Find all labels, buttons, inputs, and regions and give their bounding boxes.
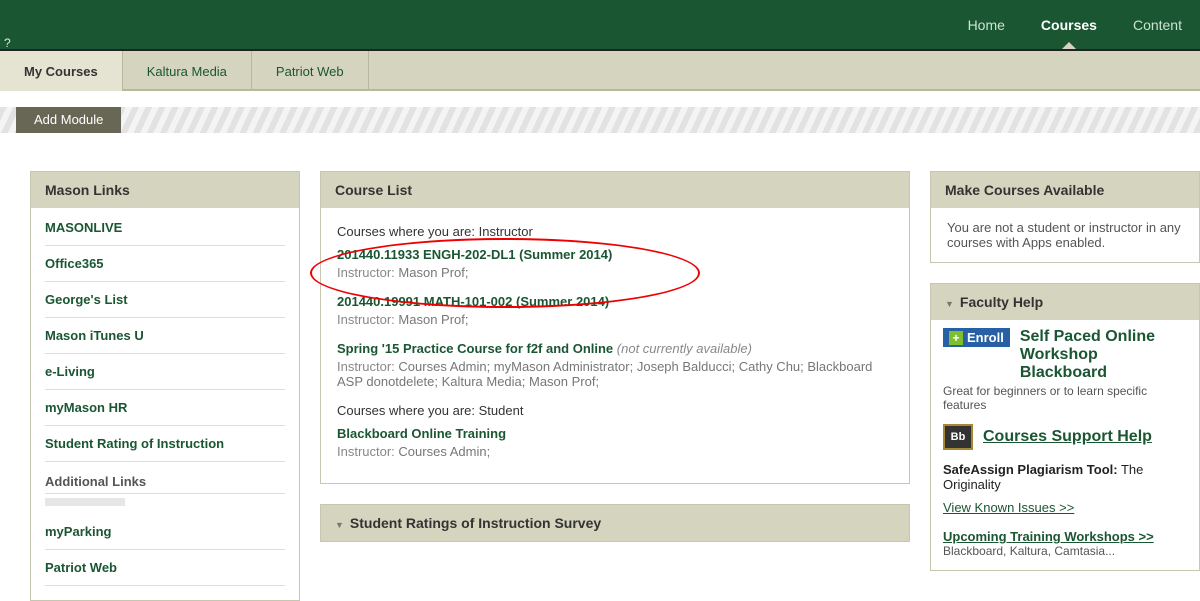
- nav-content[interactable]: Content: [1115, 0, 1200, 49]
- make-courses-available-title: Make Courses Available: [931, 172, 1199, 208]
- course-link[interactable]: 201440.11933 ENGH-202-DL1 (Summer 2014): [337, 247, 612, 262]
- tab-patriot-web[interactable]: Patriot Web: [252, 51, 368, 91]
- known-issues-link[interactable]: View Known Issues >>: [943, 500, 1074, 515]
- tab-bar: My Courses Kaltura Media Patriot Web: [0, 51, 1200, 91]
- mason-link[interactable]: Office365: [45, 246, 285, 282]
- enroll-button[interactable]: + Enroll: [943, 328, 1010, 347]
- student-ratings-title[interactable]: Student Ratings of Instruction Survey: [321, 505, 909, 541]
- make-courses-available-body: You are not a student or instructor in a…: [931, 208, 1199, 262]
- instructor-label: Instructor:: [337, 444, 395, 459]
- course-link[interactable]: 201440.19991 MATH-101-002 (Summer 2014): [337, 294, 609, 309]
- mason-link[interactable]: myMason HR: [45, 390, 285, 426]
- mason-link[interactable]: e-Living: [45, 354, 285, 390]
- top-nav: Home Courses Content: [950, 0, 1200, 49]
- upcoming-workshops-link[interactable]: Upcoming Training Workshops >>: [943, 529, 1154, 544]
- safeassign-text: SafeAssign Plagiarism Tool: The Original…: [943, 462, 1187, 492]
- tab-kaltura-media[interactable]: Kaltura Media: [123, 51, 251, 91]
- mason-links-panel: Mason Links MASONLIVE Office365 George's…: [30, 171, 300, 601]
- faculty-help-title[interactable]: Faculty Help: [931, 284, 1199, 320]
- instructor-label: Instructor:: [337, 265, 395, 280]
- nav-home[interactable]: Home: [950, 0, 1023, 49]
- mason-link[interactable]: George's List: [45, 282, 285, 318]
- course-item: Spring '15 Practice Course for f2f and O…: [337, 341, 893, 389]
- nav-courses[interactable]: Courses: [1023, 0, 1115, 49]
- main-content: Mason Links MASONLIVE Office365 George's…: [0, 151, 1200, 571]
- top-bar: ? Home Courses Content: [0, 0, 1200, 51]
- course-list-title: Course List: [321, 172, 909, 208]
- mason-link[interactable]: Mason iTunes U: [45, 318, 285, 354]
- faculty-help-panel: Faculty Help + Enroll Self Paced Online …: [930, 283, 1200, 571]
- mason-links-title: Mason Links: [31, 172, 299, 208]
- course-link[interactable]: Blackboard Online Training: [337, 426, 506, 441]
- additional-link[interactable]: Patriot Web: [45, 550, 285, 586]
- instructor-names: Mason Prof;: [398, 312, 468, 327]
- course-item: Blackboard Online Training Instructor: C…: [337, 426, 893, 459]
- plus-icon: +: [949, 331, 963, 345]
- course-item: 201440.19991 MATH-101-002 (Summer 2014) …: [337, 294, 893, 327]
- tab-my-courses[interactable]: My Courses: [0, 51, 122, 91]
- make-courses-available-panel: Make Courses Available You are not a stu…: [930, 171, 1200, 263]
- student-section-heading: Courses where you are: Student: [337, 403, 893, 418]
- additional-links-header: Additional Links: [45, 462, 285, 494]
- add-module-button[interactable]: Add Module: [16, 107, 121, 133]
- instructor-section-heading: Courses where you are: Instructor: [337, 224, 893, 239]
- course-unavailable-note: (not currently available): [617, 341, 752, 356]
- enroll-label: Enroll: [967, 330, 1004, 345]
- course-item: 201440.11933 ENGH-202-DL1 (Summer 2014) …: [337, 247, 893, 280]
- action-bar: Add Module: [0, 91, 1200, 151]
- instructor-names: Courses Admin; myMason Administrator; Jo…: [337, 359, 872, 389]
- mason-link[interactable]: Student Rating of Instruction: [45, 426, 285, 462]
- blackboard-icon: Bb: [943, 424, 973, 450]
- student-ratings-panel: Student Ratings of Instruction Survey: [320, 504, 910, 542]
- safeassign-label: SafeAssign Plagiarism Tool:: [943, 462, 1118, 477]
- course-link[interactable]: Spring '15 Practice Course for f2f and O…: [337, 341, 613, 356]
- instructor-label: Instructor:: [337, 312, 395, 327]
- instructor-names: Courses Admin;: [398, 444, 490, 459]
- self-paced-link[interactable]: Self Paced Online Workshop Blackboard: [1020, 328, 1155, 381]
- mason-link[interactable]: MASONLIVE: [45, 210, 285, 246]
- courses-support-link[interactable]: Courses Support Help: [983, 428, 1152, 446]
- additional-link[interactable]: myParking: [45, 514, 285, 550]
- self-paced-subtitle: Great for beginners or to learn specific…: [943, 384, 1187, 412]
- upcoming-workshops-sub: Blackboard, Kaltura, Camtasia...: [943, 544, 1187, 558]
- scrollbar-placeholder: [45, 498, 125, 506]
- instructor-names: Mason Prof;: [398, 265, 468, 280]
- course-list-panel: Course List Courses where you are: Instr…: [320, 171, 910, 484]
- help-icon[interactable]: ?: [4, 36, 11, 50]
- instructor-label: Instructor:: [337, 359, 395, 374]
